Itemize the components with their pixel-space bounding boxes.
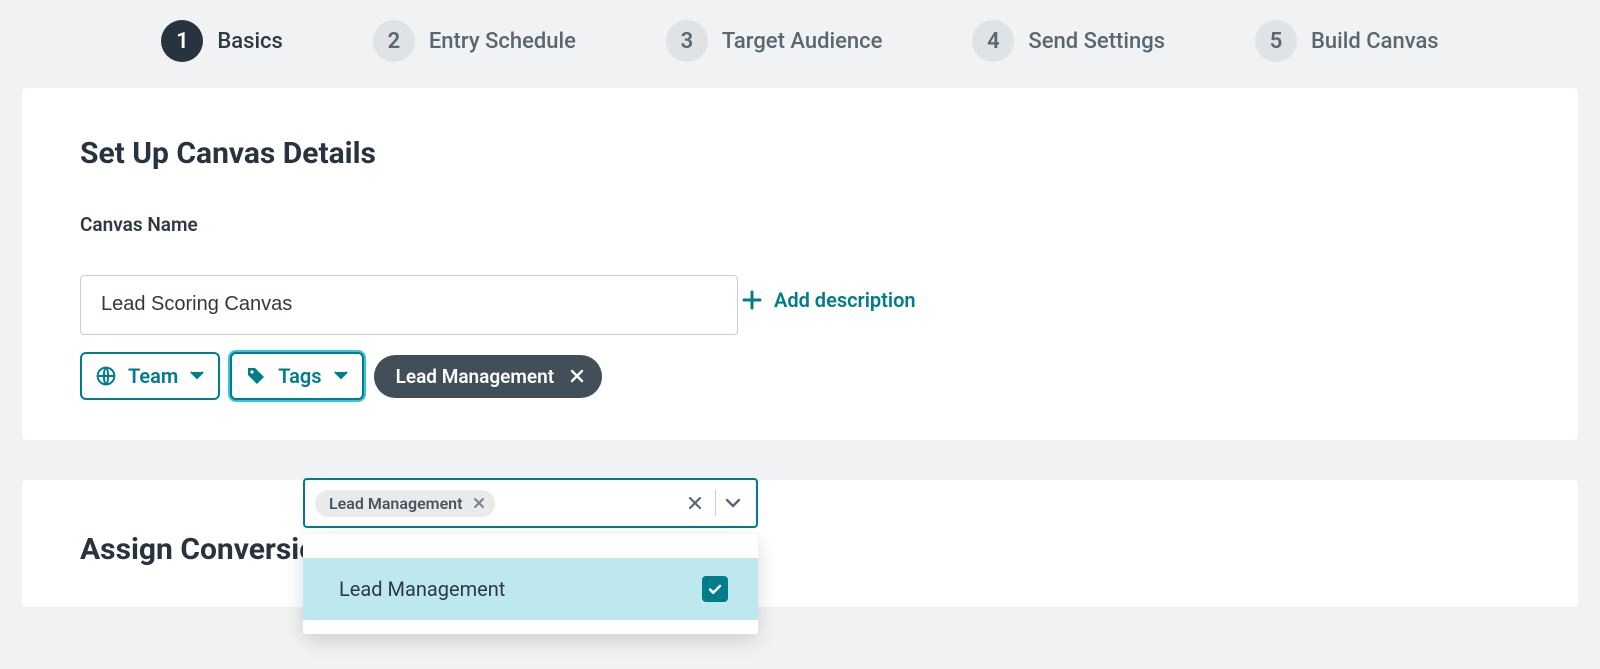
combobox-option[interactable]: Lead Management — [303, 558, 758, 620]
tag-icon — [246, 366, 266, 386]
globe-icon — [96, 366, 116, 386]
step-label: Basics — [217, 29, 282, 54]
tag-chip-label: Lead Management — [396, 365, 555, 388]
combobox-token-label: Lead Management — [329, 494, 463, 513]
step-label: Target Audience — [722, 29, 882, 54]
remove-token-icon[interactable] — [473, 497, 485, 509]
step-number: 4 — [972, 20, 1014, 62]
canvas-name-label: Canvas Name — [80, 213, 1520, 236]
step-entry-schedule[interactable]: 2 Entry Schedule — [373, 20, 576, 62]
tags-combobox-input[interactable]: Lead Management — [303, 478, 758, 528]
canvas-name-input[interactable] — [80, 275, 738, 335]
clear-icon[interactable] — [681, 495, 709, 511]
team-label: Team — [128, 364, 178, 388]
caret-down-icon — [190, 371, 204, 381]
combobox-option-label: Lead Management — [339, 577, 505, 601]
step-label: Build Canvas — [1311, 29, 1439, 54]
tags-combobox: Lead Management Lead Management — [303, 478, 758, 634]
step-number: 1 — [161, 20, 203, 62]
canvas-details-card: Set Up Canvas Details Canvas Name Add de… — [22, 88, 1578, 440]
conversion-events-card: Assign Conversion Events — [22, 480, 1578, 607]
checkbox-checked-icon — [702, 576, 728, 602]
plus-icon — [742, 290, 762, 310]
add-description-button[interactable]: Add description — [742, 288, 916, 312]
tags-label: Tags — [278, 364, 321, 388]
wizard-stepper: 1 Basics 2 Entry Schedule 3 Target Audie… — [0, 0, 1600, 88]
step-target-audience[interactable]: 3 Target Audience — [666, 20, 882, 62]
team-dropdown[interactable]: Team — [80, 352, 220, 400]
step-send-settings[interactable]: 4 Send Settings — [972, 20, 1165, 62]
section-title: Assign Conversion Events — [80, 528, 1520, 567]
combobox-token: Lead Management — [315, 490, 495, 517]
remove-tag-icon[interactable] — [570, 369, 584, 383]
step-label: Send Settings — [1028, 29, 1165, 54]
add-description-label: Add description — [774, 288, 916, 312]
tags-dropdown[interactable]: Tags — [230, 352, 363, 400]
step-number: 5 — [1255, 20, 1297, 62]
tag-chip: Lead Management — [374, 355, 603, 398]
step-build-canvas[interactable]: 5 Build Canvas — [1255, 20, 1439, 62]
chevron-down-icon[interactable] — [722, 496, 748, 510]
step-basics[interactable]: 1 Basics — [161, 20, 282, 62]
separator — [715, 490, 716, 516]
step-number: 3 — [666, 20, 708, 62]
step-label: Entry Schedule — [429, 29, 576, 54]
caret-down-icon — [334, 371, 348, 381]
section-title: Set Up Canvas Details — [80, 136, 1520, 171]
meta-pill-row: Team Tags Lead Management — [80, 352, 1520, 400]
step-number: 2 — [373, 20, 415, 62]
tags-combobox-menu: Lead Management — [303, 534, 758, 634]
